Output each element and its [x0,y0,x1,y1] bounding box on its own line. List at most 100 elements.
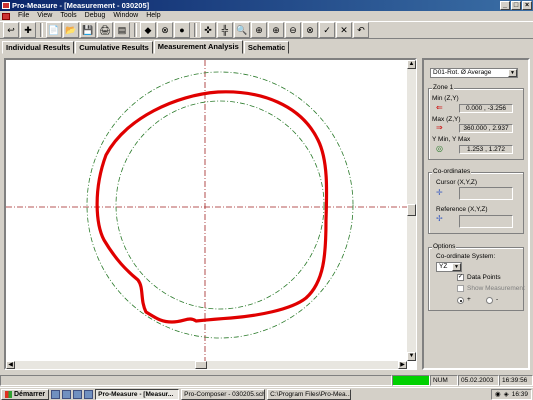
undo-icon[interactable]: ↶ [353,22,369,38]
vertical-scroll-thumb[interactable] [407,204,416,216]
progress-indicator [392,375,430,386]
minus-radio[interactable] [486,297,493,304]
maximize-button[interactable]: □ [511,1,521,10]
min-value-field: 0.000 , -3.256 [459,104,513,113]
coordinate-system-label: Co-ordinate System: [436,253,496,260]
max-value-field: 360.000 , 2.937 [459,124,513,133]
save-icon[interactable]: 💾 [80,22,96,38]
status-time: 16:39:56 [499,375,533,386]
stop-icon[interactable]: ⊗ [157,22,173,38]
horizontal-scroll-thumb[interactable] [195,361,207,369]
tray-clock: 16:39 [511,390,528,398]
chevron-down-icon[interactable]: ▼ [452,263,461,271]
quick-launch-icon[interactable] [51,389,61,399]
document-icon[interactable] [2,12,10,20]
menu-bar: File View Tools Debug Window Help [0,11,533,21]
diamond-icon[interactable]: ◆ [140,22,156,38]
scroll-left-icon[interactable]: ◀ [6,361,15,369]
coordinate-system-select[interactable]: YZ ▼ [436,262,462,272]
system-tray: ◉ ◈ 16:39 [491,388,532,400]
task-explorer[interactable]: C:\Program Files\Pro-Mea... [267,388,352,400]
outer-tolerance-circle [86,71,354,339]
toolbar-separator [134,23,137,37]
horizontal-scrollbar[interactable]: ◀ ▶ [6,361,407,369]
max-label: Max (Z,Y) [432,116,461,123]
data-points-label: Data Points [467,274,501,281]
grid-icon[interactable]: ╬ [217,22,233,38]
data-points-checkbox[interactable]: ✓ [457,274,464,281]
start-label: Démarrer [14,390,46,398]
zone-title: Zone 1 [432,84,455,91]
tab-measurement-analysis[interactable]: Measurement Analysis [153,40,243,54]
menu-view[interactable]: View [33,11,56,21]
coordinates-title: Co-ordinates [432,168,472,175]
min-label: Min (Z,Y) [432,95,459,102]
check-icon[interactable]: ✓ [319,22,335,38]
scroll-down-icon[interactable]: ▼ [407,352,416,361]
print-icon[interactable]: 🖨 [97,22,113,38]
menu-tools[interactable]: Tools [56,11,80,21]
zoom-in-icon[interactable]: ⊕ [268,22,284,38]
tray-icon[interactable]: ◉ [495,390,501,399]
chevron-down-icon[interactable]: ▼ [508,69,517,77]
min-marker-icon: ⇐ [436,103,443,112]
add-icon[interactable]: ✚ [20,22,36,38]
start-button[interactable]: Démarrer [1,388,50,400]
minimize-button[interactable]: _ [500,1,510,10]
quick-launch-icon[interactable] [84,389,94,399]
import-icon[interactable]: ↩ [3,22,19,38]
reference-crosshair-icon: ✢ [436,214,443,223]
status-date: 05.02.2003 [458,375,499,386]
reference-coordinates-field [459,215,513,228]
book-icon[interactable]: ▤ [114,22,130,38]
app-icon [2,2,10,9]
plus-radio[interactable] [457,297,464,304]
feature-select-value: D01-Rot. Ø Average [433,69,492,76]
zoom-window-icon[interactable]: ⊕ [251,22,267,38]
roundness-plot[interactable] [6,60,407,361]
status-message [0,375,392,386]
zoom-out-icon[interactable]: ⊖ [285,22,301,38]
cursor-crosshair-icon: ✛ [436,188,443,197]
toolbar: ↩ ✚ 📄 📂 💾 🖨 ▤ ◆ ⊗ ● ✜ ╬ 🔍 ⊕ ⊕ ⊖ ⊗ ✓ ✕ ↶ [0,21,533,39]
ymin-ymax-field: 1.253 , 1.272 [459,145,513,154]
zoom-reset-icon[interactable]: ⊗ [302,22,318,38]
feature-select[interactable]: D01-Rot. Ø Average ▼ [430,68,518,78]
menu-window[interactable]: Window [109,11,142,21]
tab-schematic[interactable]: Schematic [243,41,290,54]
window-title: Pro-Measure - [Measurement - 030205] [12,1,150,10]
tray-icon[interactable]: ◈ [504,390,509,399]
tab-strip: Individual Results Cumulative Results Me… [0,40,533,54]
task-pro-composer[interactable]: Pro-Composer - 030205.sch [181,388,266,400]
status-bar: NUM 05.02.2003 16:39:56 [0,375,533,387]
tab-individual-results[interactable]: Individual Results [2,41,75,54]
plus-radio-label: + [467,296,471,303]
show-measurement-label: Show Measurement [467,285,525,292]
vertical-scrollbar[interactable]: ▲ ▼ [407,60,416,361]
cursor-coordinates-field [459,187,513,200]
close-button[interactable]: × [522,1,532,10]
cursor-label: Cursor (X,Y,Z) [436,179,478,186]
new-file-icon[interactable]: 📄 [46,22,62,38]
menu-debug[interactable]: Debug [81,11,110,21]
options-title: Options [432,243,457,250]
magnifier-icon[interactable]: 🔍 [234,22,250,38]
task-pro-measure[interactable]: Pro-Measure - [Measur... [95,388,180,400]
toolbar-separator [194,23,197,37]
cancel-icon[interactable]: ✕ [336,22,352,38]
quick-launch-icon[interactable] [62,389,72,399]
max-marker-icon: ⇒ [436,123,443,132]
coordinate-system-value: YZ [439,263,448,270]
open-folder-icon[interactable]: 📂 [63,22,79,38]
crosshair-icon[interactable]: ✜ [200,22,216,38]
windows-logo-icon [5,390,12,398]
inner-tolerance-circle [115,100,325,310]
scroll-right-icon[interactable]: ▶ [398,361,407,369]
quick-launch-icon[interactable] [73,389,83,399]
show-measurement-checkbox[interactable] [457,285,464,292]
scroll-up-icon[interactable]: ▲ [407,60,416,69]
tab-cumulative-results[interactable]: Cumulative Results [75,41,153,54]
record-icon[interactable]: ● [174,22,190,38]
menu-file[interactable]: File [14,11,33,21]
menu-help[interactable]: Help [142,11,164,21]
